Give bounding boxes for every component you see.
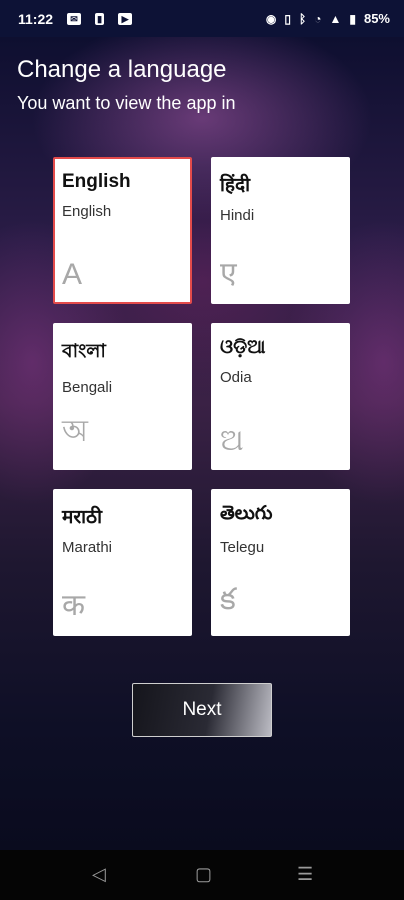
language-glyph: क bbox=[62, 589, 86, 622]
battery-percent: 85% bbox=[363, 11, 390, 26]
home-icon[interactable]: ▢ bbox=[195, 864, 212, 885]
language-glyph: ए bbox=[220, 257, 237, 290]
next-button[interactable]: Next bbox=[132, 683, 272, 737]
language-english-name: Bengali bbox=[62, 379, 113, 396]
language-card-bengali[interactable]: বাংলা Bengali অ bbox=[53, 323, 192, 470]
language-glyph: ଅ bbox=[220, 424, 244, 457]
language-glyph: A bbox=[62, 258, 83, 291]
language-native-name: বাংলা bbox=[62, 341, 106, 362]
battery-icon: ▮ bbox=[349, 11, 356, 26]
language-english-name: Marathi bbox=[62, 539, 113, 556]
language-english-name: Telegu bbox=[220, 539, 265, 556]
language-card-marathi[interactable]: मराठी Marathi क bbox=[53, 489, 192, 636]
language-native-name: English bbox=[62, 171, 131, 192]
language-native-name: हिंदी bbox=[220, 175, 251, 196]
language-card-english[interactable]: English English A bbox=[53, 157, 192, 304]
language-card-telugu[interactable]: తెలుగు Telegu క bbox=[211, 489, 350, 636]
back-icon[interactable]: ◁ bbox=[92, 864, 106, 885]
status-time: 11:22 bbox=[18, 10, 54, 27]
recents-icon[interactable]: ☰ bbox=[297, 864, 313, 885]
message-icon: ✉ bbox=[67, 12, 82, 25]
page-subtitle: You want to view the app in bbox=[17, 93, 236, 113]
youtube-icon: ▶ bbox=[118, 12, 133, 25]
location-icon: ◉ bbox=[265, 11, 277, 26]
language-native-name: ଓଡ଼ିଆ bbox=[220, 337, 266, 358]
language-glyph: অ bbox=[62, 415, 88, 448]
language-card-odia[interactable]: ଓଡ଼ିଆ Odia ଅ bbox=[211, 323, 350, 470]
wifi-icon: ◔ bbox=[314, 11, 322, 26]
page-title: Change a language bbox=[17, 56, 227, 83]
signal-icon: ▲ bbox=[329, 11, 342, 26]
sim-icon: ▮ bbox=[95, 12, 105, 25]
language-english-name: English bbox=[62, 203, 112, 220]
language-english-name: Odia bbox=[220, 369, 252, 386]
language-native-name: తెలుగు bbox=[220, 503, 273, 524]
vibrate-icon: ▯ bbox=[284, 11, 292, 26]
language-card-hindi[interactable]: हिंदी Hindi ए bbox=[211, 157, 350, 304]
status-bar: 11:22 ✉ ▮ ▶ ◉ ▯ ᛒ ◔ ▲ ▮ 85% bbox=[0, 0, 404, 37]
bluetooth-icon: ᛒ bbox=[299, 11, 307, 26]
navigation-bar: ◁ ▢ ☰ bbox=[0, 850, 404, 900]
language-english-name: Hindi bbox=[220, 207, 255, 224]
language-native-name: मराठी bbox=[62, 507, 103, 528]
language-glyph: క bbox=[220, 583, 236, 616]
